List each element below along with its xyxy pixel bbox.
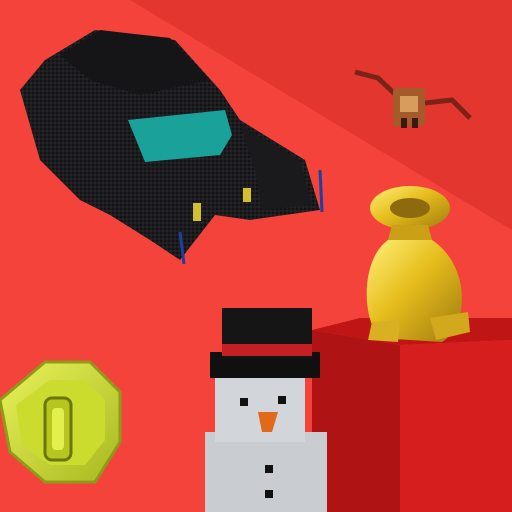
hat-band [222, 344, 312, 356]
sack-neck [388, 225, 432, 240]
game-scene [0, 0, 512, 512]
truck-headlight-right [243, 188, 251, 202]
sack-opening [390, 198, 430, 218]
creature-face [400, 96, 418, 112]
snowman-eye-left [240, 398, 248, 406]
creature-leg-left [401, 118, 407, 128]
truck-edge-blue [318, 169, 324, 213]
cube-right-face [400, 340, 512, 512]
red-cube [312, 318, 512, 512]
sack-foot-left [368, 320, 400, 342]
coin-slot-highlight [52, 408, 64, 450]
creature-leg-right [412, 118, 418, 128]
truck-headlight-left [193, 203, 201, 221]
snowman-head [215, 372, 305, 442]
scene-canvas [0, 0, 512, 512]
snowman-eye-right [278, 396, 286, 404]
snowman-button-2 [265, 490, 273, 498]
snowman-button-1 [265, 465, 273, 473]
